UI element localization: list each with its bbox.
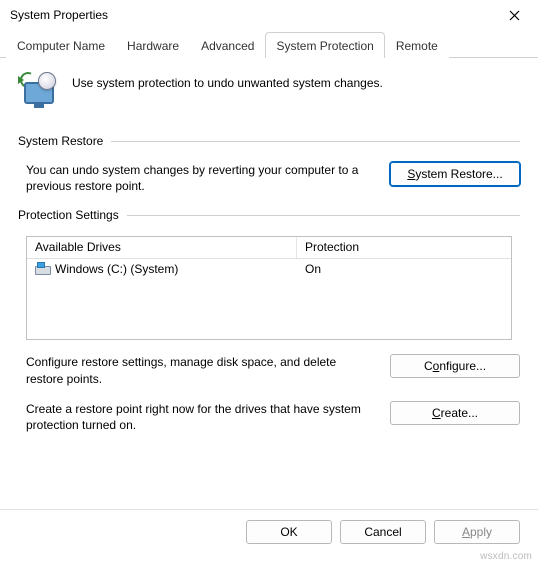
create-button[interactable]: Create... [390, 401, 520, 425]
system-restore-description: You can undo system changes by reverting… [26, 162, 372, 194]
tab-system-protection[interactable]: System Protection [265, 32, 384, 58]
drive-cell: Windows (C:) (System) [27, 262, 297, 276]
column-available-drives[interactable]: Available Drives [27, 237, 297, 258]
drive-name: Windows (C:) (System) [55, 262, 178, 276]
configure-button[interactable]: Configure... [390, 354, 520, 378]
configure-description: Configure restore settings, manage disk … [26, 354, 372, 386]
tab-strip: Computer Name Hardware Advanced System P… [0, 30, 538, 58]
protection-cell: On [297, 262, 511, 276]
intro-row: Use system protection to undo unwanted s… [18, 72, 520, 112]
section-system-restore: System Restore You can undo system chang… [18, 134, 520, 194]
close-button[interactable] [498, 1, 530, 29]
window-title: System Properties [10, 8, 108, 22]
tab-hardware[interactable]: Hardware [116, 32, 190, 58]
create-description: Create a restore point right now for the… [26, 401, 372, 433]
tab-computer-name[interactable]: Computer Name [6, 32, 116, 58]
section-protection-settings: Protection Settings Available Drives Pro… [18, 208, 520, 433]
ok-button[interactable]: OK [246, 520, 332, 544]
titlebar: System Properties [0, 0, 538, 30]
protection-settings-heading: Protection Settings [18, 208, 119, 222]
system-restore-heading: System Restore [18, 134, 103, 148]
system-restore-icon [18, 72, 58, 112]
table-row[interactable]: Windows (C:) (System) On [27, 259, 511, 279]
column-protection[interactable]: Protection [297, 237, 511, 258]
watermark: wsxdn.com [480, 551, 532, 562]
close-icon [509, 10, 520, 21]
intro-text: Use system protection to undo unwanted s… [72, 72, 383, 90]
dialog-footer: OK Cancel Apply [0, 509, 538, 544]
tab-remote[interactable]: Remote [385, 32, 449, 58]
system-restore-button[interactable]: System Restore... [390, 162, 520, 186]
tab-content: Use system protection to undo unwanted s… [0, 58, 538, 465]
table-header: Available Drives Protection [27, 237, 511, 259]
tab-advanced[interactable]: Advanced [190, 32, 265, 58]
drive-icon [35, 262, 51, 276]
divider [127, 215, 520, 216]
apply-button[interactable]: Apply [434, 520, 520, 544]
drives-table[interactable]: Available Drives Protection Windows (C:)… [26, 236, 512, 340]
divider [111, 141, 520, 142]
cancel-button[interactable]: Cancel [340, 520, 426, 544]
